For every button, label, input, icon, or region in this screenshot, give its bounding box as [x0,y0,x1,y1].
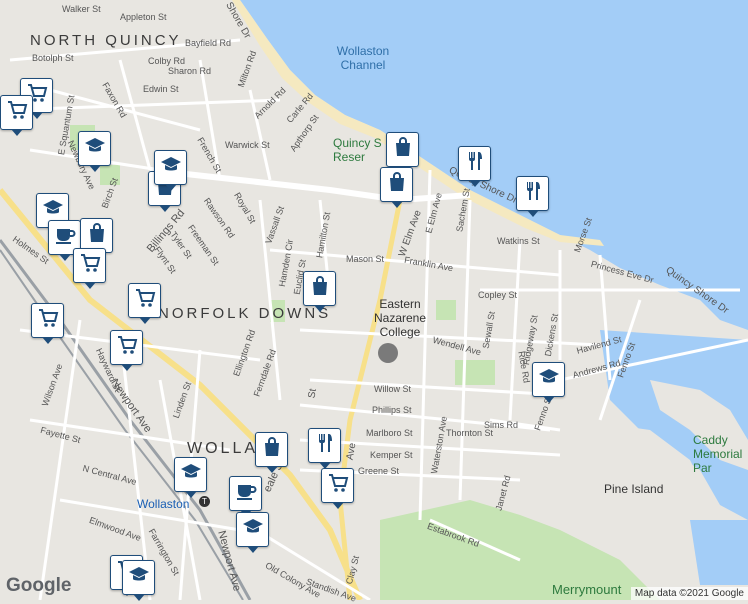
map-pin-restaurant[interactable] [458,146,491,187]
map-pin-restaurant[interactable] [516,176,549,217]
map-attribution[interactable]: Map data ©2021 Google [630,587,748,600]
street-label: Copley St [478,290,518,300]
map-pin-school[interactable] [122,560,155,601]
street-label: Bayfield Rd [185,38,232,48]
street-label: Marlboro St [366,428,413,438]
restaurant-icon [521,179,545,208]
bag-icon [391,135,415,164]
school-icon [159,153,183,182]
map-pin-cart[interactable] [321,468,354,509]
street-label: Mason St [346,254,385,264]
street-label: Willow St [374,384,412,394]
map-pin-school[interactable] [532,362,565,403]
google-logo[interactable]: Google [6,575,71,597]
cart-icon [5,98,29,127]
school-icon [127,563,151,592]
map-pin-bag[interactable] [303,271,336,312]
poi-label-eastern-nazarene: Eastern Nazarene College [373,297,427,339]
street-label: Watkins St [497,236,540,246]
water-label-wollaston-channel: Wollaston Channel [336,44,390,72]
street-label: Phillips St [372,405,412,415]
map-pin-school[interactable] [154,150,187,191]
cart-icon [78,251,102,280]
street-label: Edwin St [143,84,179,94]
street-label: Sharon Rd [168,66,212,76]
school-icon [241,515,265,544]
map-pin-bag[interactable] [386,132,419,173]
school-icon [537,365,561,394]
school-icon [83,134,107,163]
train-station-icon: T [199,496,210,507]
cart-icon [115,333,139,362]
map-pin-bag[interactable] [380,167,413,208]
school-icon [179,460,203,489]
street-label: St [306,387,319,400]
restaurant-icon [313,431,337,460]
bag-icon [85,221,109,250]
street-label: Walker St [62,4,101,14]
cart-icon [36,306,60,335]
restaurant-icon [463,149,487,178]
map-pin-bag[interactable] [255,432,288,473]
map-pin-cart[interactable] [0,95,33,136]
bag-icon [308,274,332,303]
university-icon [378,343,398,363]
street-label: Greene St [358,466,400,476]
map-pin-cart[interactable] [31,303,64,344]
map-pin-cafe[interactable] [229,476,262,517]
map-pin-school[interactable] [78,131,111,172]
bag-icon [385,170,409,199]
poi-label-merrymount: Merrymount [552,582,622,597]
street-label: Thornton St [446,428,494,438]
street-label: Warwick St [225,140,270,150]
map-pin-restaurant[interactable] [308,428,341,469]
area-label-north-quincy: NORTH QUINCY [30,32,182,49]
map-pin-school[interactable] [236,512,269,553]
map-canvas[interactable]: NORTH QUINCY NORFOLK DOWNS WOLLA Wollast… [0,0,748,604]
map-pin-school[interactable] [174,457,207,498]
street-label: Appleton St [120,12,167,22]
cart-icon [326,471,350,500]
place-label-pine-island: Pine Island [604,482,664,496]
cart-icon [133,286,157,315]
area-label-norfolk-downs: NORFOLK DOWNS [158,305,332,322]
street-label: Botolph St [32,53,74,63]
street-label: Colby Rd [148,56,186,66]
station-label-wollaston: Wollaston [137,497,190,511]
cafe-icon [234,479,258,508]
street-label: Kemper St [370,450,413,460]
map-pin-cart[interactable] [110,330,143,371]
poi-label-caddy-park: Caddy Memorial Par [693,433,743,475]
map-pin-cart[interactable] [73,248,106,289]
poi-label-quincy-reservation: Quincy S Reser [333,136,382,164]
bag-icon [260,435,284,464]
cafe-icon [53,223,77,252]
map-pin-cart[interactable] [128,283,161,324]
area-label-wollaston: WOLLA [187,440,259,457]
